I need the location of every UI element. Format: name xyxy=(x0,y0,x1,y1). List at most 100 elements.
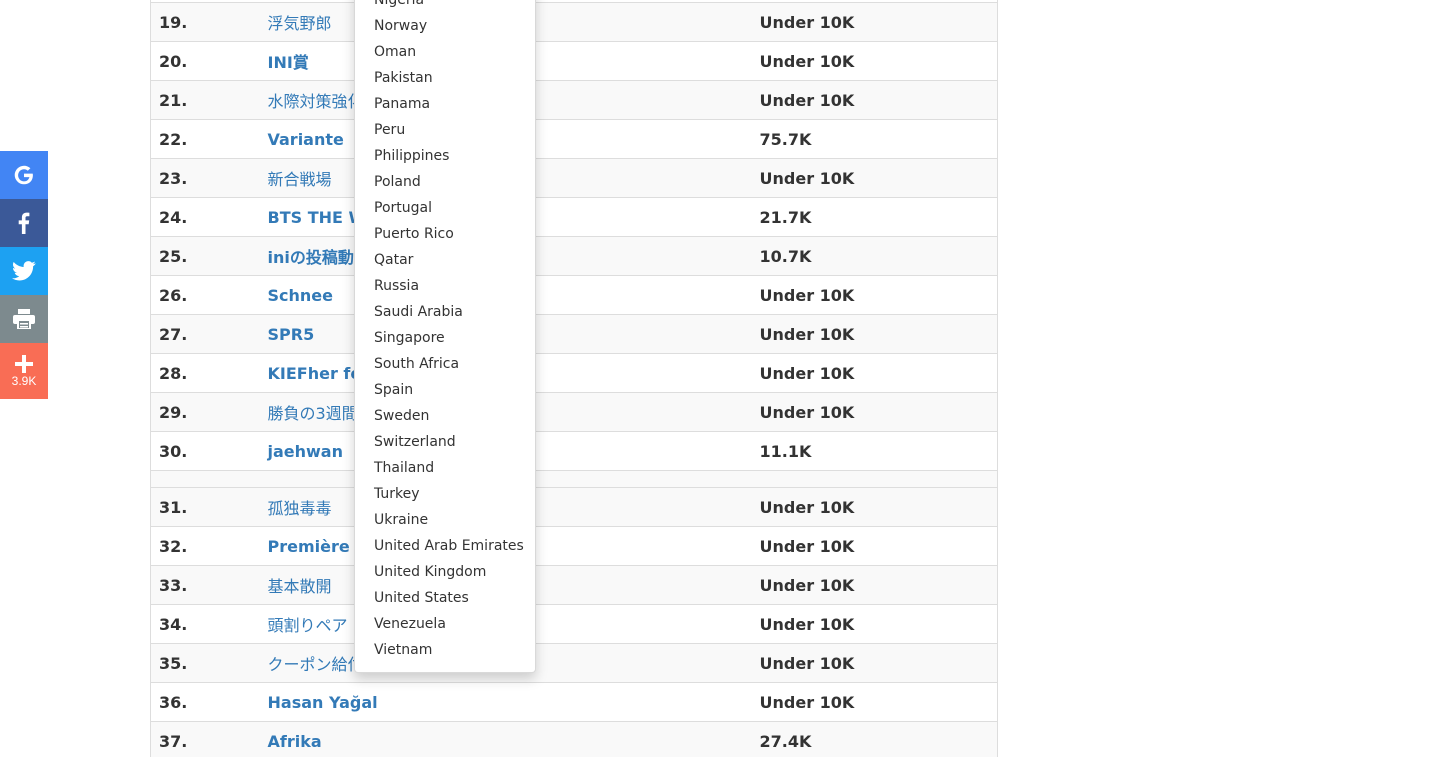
trend-link[interactable]: 新合戦場 xyxy=(268,170,332,189)
country-option[interactable]: Singapore xyxy=(355,325,535,351)
country-option[interactable]: Venezuela xyxy=(355,611,535,637)
table-row: 28. KIEFher for Under 10K xyxy=(150,353,998,393)
trend-link[interactable]: Afrika xyxy=(268,732,322,751)
trend-rank: 27. xyxy=(150,314,260,354)
country-option[interactable]: Panama xyxy=(355,91,535,117)
facebook-icon xyxy=(18,212,30,234)
search-volume: 11.1K xyxy=(751,431,998,471)
table-row: 19. 浮気野郎 Under 10K xyxy=(150,2,998,42)
print-button[interactable] xyxy=(0,295,48,343)
trend-link[interactable]: 孤独毒毒 xyxy=(268,499,332,518)
search-volume: Under 10K xyxy=(751,41,998,81)
trend-link[interactable]: jaehwan xyxy=(268,442,344,461)
country-option[interactable]: Qatar xyxy=(355,247,535,273)
trend-link[interactable]: 頭割りペア xyxy=(268,616,348,635)
table-row: 30. jaehwan 11.1K xyxy=(150,431,998,471)
table-body: 18.19.浮気野郎Under 10K20.INI賞Under 10K21.水際… xyxy=(150,0,998,471)
print-icon xyxy=(13,309,35,329)
trend-rank: 20. xyxy=(150,41,260,81)
search-volume: Under 10K xyxy=(751,2,998,42)
trend-rank: 22. xyxy=(150,119,260,159)
country-option[interactable]: Poland xyxy=(355,169,535,195)
table-row: 31. 孤独毒毒 Under 10K xyxy=(150,487,998,527)
trend-link[interactable]: Hasan Yağal xyxy=(268,693,378,712)
trend-link[interactable]: SPR5 xyxy=(268,325,315,344)
trend-rank: 21. xyxy=(150,80,260,120)
facebook-share-button[interactable] xyxy=(0,199,48,247)
table-row: 33. 基本散開 Under 10K xyxy=(150,565,998,605)
share-bar: 3.9K xyxy=(0,151,48,399)
country-option[interactable]: Peru xyxy=(355,117,535,143)
table-row: 24. BTS THE W 21.7K xyxy=(150,197,998,237)
trend-rank: 33. xyxy=(150,565,260,605)
trend-rank: 24. xyxy=(150,197,260,237)
search-volume: Under 10K xyxy=(751,643,998,683)
trend-link[interactable]: BTS THE W xyxy=(268,208,367,227)
country-option[interactable]: Sweden xyxy=(355,403,535,429)
trend-name-cell: Hasan Yağal xyxy=(259,682,752,722)
share-count: 3.9K xyxy=(11,373,37,388)
more-share-button[interactable]: 3.9K xyxy=(0,343,48,399)
country-option[interactable]: United States xyxy=(355,585,535,611)
search-volume: Under 10K xyxy=(751,275,998,315)
country-option[interactable]: Switzerland xyxy=(355,429,535,455)
trend-name-cell: Afrika xyxy=(259,721,752,757)
table-row: 25. iniの投稿動画 10.7K xyxy=(150,236,998,276)
search-volume: Under 10K xyxy=(751,80,998,120)
twitter-share-button[interactable] xyxy=(0,247,48,295)
country-option[interactable]: Philippines xyxy=(355,143,535,169)
country-option[interactable]: United Kingdom xyxy=(355,559,535,585)
country-option[interactable]: Spain xyxy=(355,377,535,403)
trend-link[interactable]: 勝負の3週間 xyxy=(268,404,358,423)
trend-rank: 30. xyxy=(150,431,260,471)
search-volume: Under 10K xyxy=(751,314,998,354)
trend-link[interactable]: 水際対策強化 xyxy=(268,92,364,111)
trend-link[interactable]: Schnee xyxy=(268,286,334,305)
country-option[interactable]: Norway xyxy=(355,13,535,39)
table-row: 21. 水際対策強化 Under 10K xyxy=(150,80,998,120)
table-row: 35.クーポン給付の印刷費1200億円Under 10K xyxy=(150,643,998,683)
trend-rank: 37. xyxy=(150,721,260,757)
search-volume: 75.7K xyxy=(751,119,998,159)
search-volume: Under 10K xyxy=(751,158,998,198)
google-share-button[interactable] xyxy=(0,151,48,199)
country-dropdown-menu[interactable]: Nigeria Norway Oman Pakistan Panama Peru Phili… xyxy=(354,0,536,673)
table-row: 27. SPR5 Under 10K xyxy=(150,314,998,354)
country-option[interactable]: South Africa xyxy=(355,351,535,377)
trend-rank: 29. xyxy=(150,392,260,432)
country-option[interactable]: Thailand xyxy=(355,455,535,481)
search-volume: Under 10K xyxy=(751,682,998,722)
country-option[interactable]: Nigeria xyxy=(355,0,535,13)
country-option[interactable]: Puerto Rico xyxy=(355,221,535,247)
country-option[interactable]: Pakistan xyxy=(355,65,535,91)
trend-rank: 23. xyxy=(150,158,260,198)
country-option[interactable]: Oman xyxy=(355,39,535,65)
search-volume: Under 10K xyxy=(751,353,998,393)
country-option[interactable]: Portugal xyxy=(355,195,535,221)
trend-link[interactable]: Variante xyxy=(268,130,344,149)
trend-link[interactable]: 浮気野郎 xyxy=(268,14,332,33)
trend-rank: 34. xyxy=(150,604,260,644)
country-option[interactable]: Saudi Arabia xyxy=(355,299,535,325)
table-body-continued: 31. 孤独毒毒 Under 10K 32. Première Se Under 10K 3… xyxy=(150,487,998,757)
trend-rank: 26. xyxy=(150,275,260,315)
table-spacer xyxy=(150,470,998,488)
country-option[interactable]: Russia xyxy=(355,273,535,299)
table-row: 26. Schnee Under 10K xyxy=(150,275,998,315)
trend-rank: 31. xyxy=(150,487,260,527)
country-option[interactable]: Turkey xyxy=(355,481,535,507)
search-volume: Under 10K xyxy=(751,487,998,527)
trend-link[interactable]: 基本散開 xyxy=(268,577,332,596)
table-spacer-row xyxy=(150,470,998,488)
table-row: 22. Variante 75.7K xyxy=(150,119,998,159)
country-option[interactable]: Ukraine xyxy=(355,507,535,533)
plus-icon xyxy=(15,354,33,373)
table-row: 23. 新合戦場 Under 10K xyxy=(150,158,998,198)
page: 18.19.浮気野郎Under 10K20.INI賞Under 10K21.水際… xyxy=(0,0,1440,757)
country-option[interactable]: United Arab Emirates xyxy=(355,533,535,559)
country-option[interactable]: Vietnam xyxy=(355,637,535,663)
trend-link[interactable]: INI賞 xyxy=(268,53,309,72)
table-row: 32. Première Se Under 10K xyxy=(150,526,998,566)
trend-rank: 32. xyxy=(150,526,260,566)
trends-table: 18.19.浮気野郎Under 10K20.INI賞Under 10K21.水際… xyxy=(150,0,998,757)
